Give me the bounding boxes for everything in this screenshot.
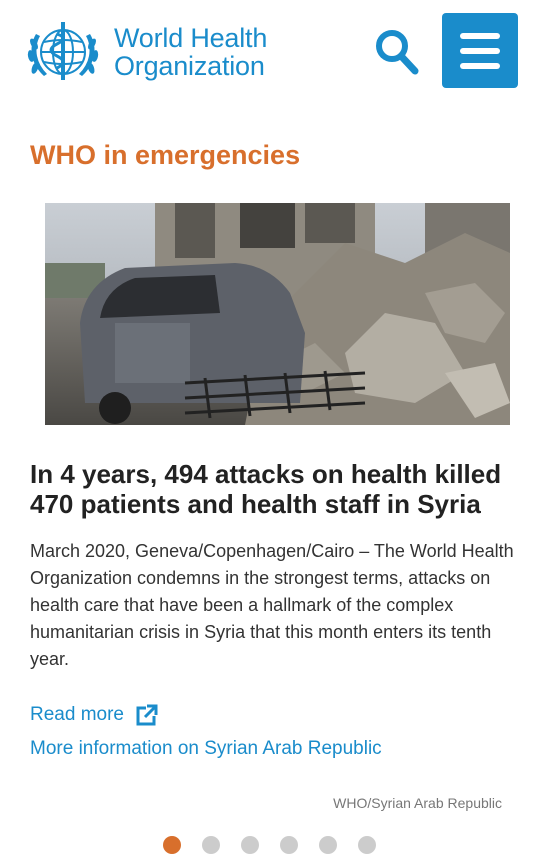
hamburger-bar bbox=[460, 63, 500, 69]
carousel-dot[interactable] bbox=[241, 836, 259, 854]
search-button[interactable] bbox=[372, 26, 420, 76]
main-menu-button[interactable] bbox=[442, 13, 518, 88]
who-logo[interactable]: World Health Organization bbox=[22, 14, 272, 90]
external-link-icon bbox=[136, 704, 158, 726]
photo-credit: WHO/Syrian Arab Republic bbox=[333, 795, 502, 811]
carousel-dot[interactable] bbox=[280, 836, 298, 854]
destroyed-car-rubble-photo bbox=[45, 203, 510, 425]
who-emblem-icon bbox=[27, 22, 99, 80]
section-title: WHO in emergencies bbox=[30, 140, 301, 170]
article-summary: March 2020, Geneva/Copenhagen/Cairo – Th… bbox=[30, 541, 514, 669]
read-more-link[interactable]: Read more bbox=[30, 704, 158, 726]
who-wordmark: World Health Organization bbox=[114, 24, 267, 80]
article-headline[interactable]: In 4 years, 494 attacks on health killed… bbox=[30, 459, 520, 519]
hamburger-bar bbox=[460, 48, 500, 54]
logo-line1: World Health bbox=[114, 23, 268, 53]
carousel-pagination bbox=[0, 836, 540, 856]
carousel-dot[interactable] bbox=[202, 836, 220, 854]
logo-line2: Organization bbox=[114, 51, 265, 81]
search-icon bbox=[376, 30, 419, 75]
more-info-syria-link[interactable]: More information on Syrian Arab Republic bbox=[30, 738, 382, 760]
site-header: World Health Organization bbox=[0, 0, 540, 110]
hero-image[interactable] bbox=[45, 203, 510, 425]
read-more-label: Read more bbox=[30, 704, 124, 725]
carousel-dot[interactable] bbox=[163, 836, 181, 854]
carousel-dot[interactable] bbox=[358, 836, 376, 854]
carousel-dot[interactable] bbox=[319, 836, 337, 854]
hamburger-menu-icon bbox=[460, 33, 500, 39]
